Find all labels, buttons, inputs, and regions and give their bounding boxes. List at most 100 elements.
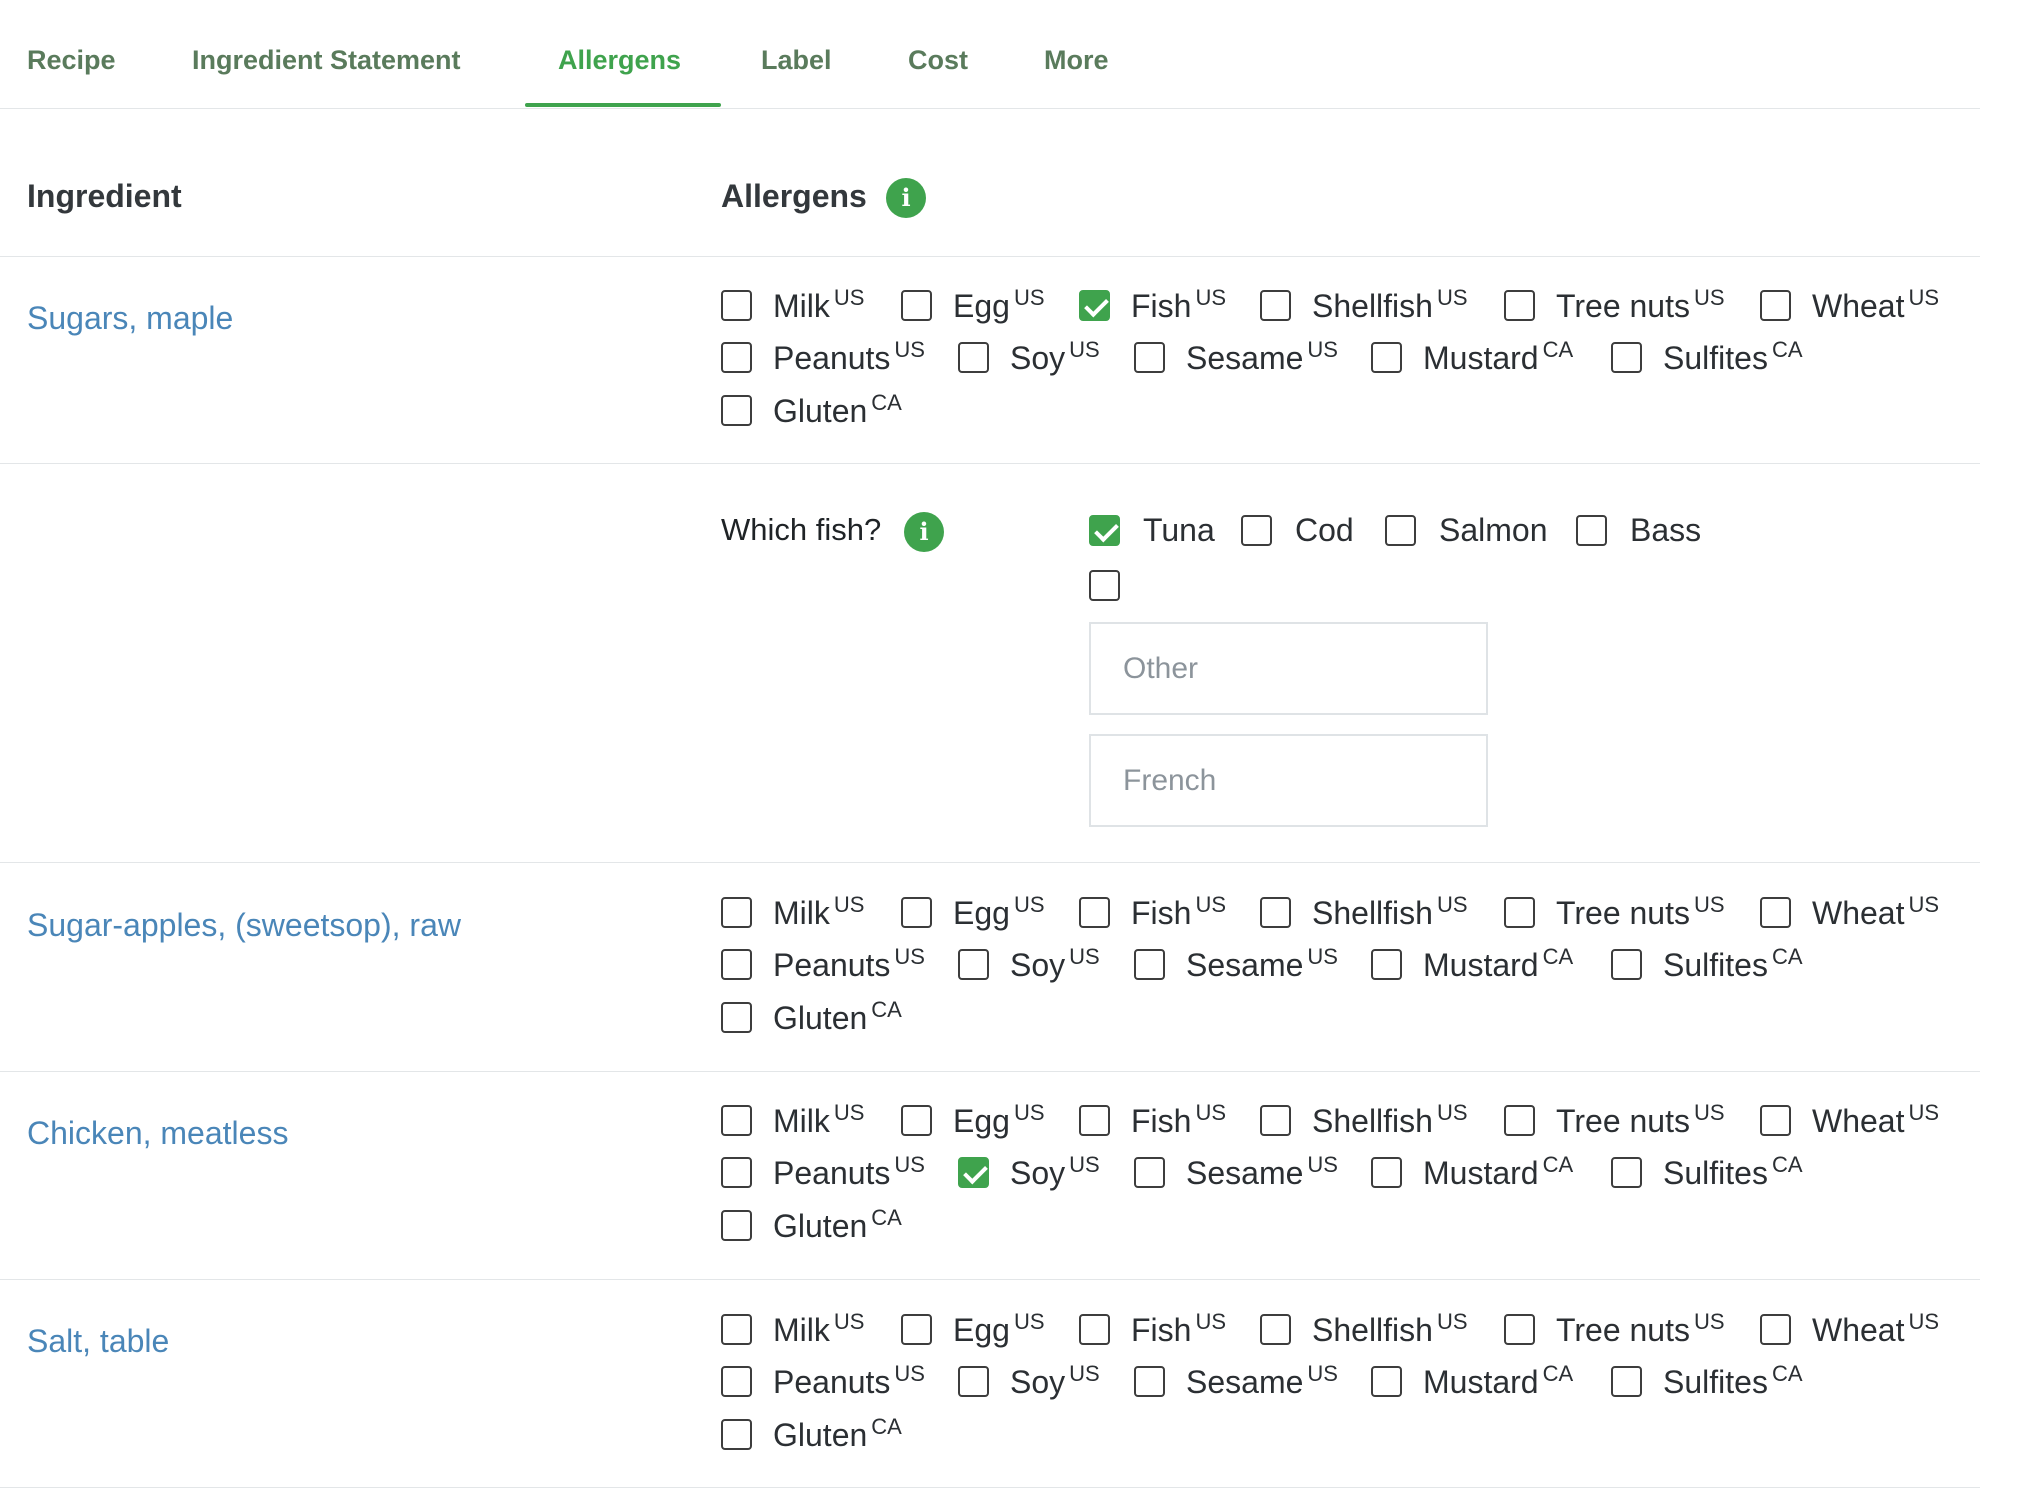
- tab-allergens[interactable]: Allergens: [558, 0, 681, 108]
- shellfish-label[interactable]: Shellfish US: [1312, 285, 1468, 328]
- ingredient-name[interactable]: Salt, table: [27, 1323, 169, 1360]
- egg-label[interactable]: Egg US: [953, 1100, 1045, 1143]
- soy-label[interactable]: Soy US: [1010, 1152, 1100, 1195]
- wheat-label[interactable]: Wheat US: [1812, 285, 1939, 328]
- wheat-checkbox[interactable]: [1760, 897, 1791, 928]
- tab-cost[interactable]: Cost: [908, 0, 968, 108]
- sulfites-label[interactable]: Sulfites CA: [1663, 1152, 1803, 1195]
- sesame-checkbox[interactable]: [1134, 1157, 1165, 1188]
- milk-checkbox[interactable]: [721, 1105, 752, 1136]
- fish-bass-label[interactable]: Bass: [1630, 512, 1701, 548]
- tree-nuts-checkbox[interactable]: [1504, 290, 1535, 321]
- ingredient-name[interactable]: Sugars, maple: [27, 300, 233, 337]
- milk-label[interactable]: Milk US: [773, 892, 864, 935]
- egg-checkbox[interactable]: [901, 1105, 932, 1136]
- gluten-label[interactable]: Gluten CA: [773, 1205, 902, 1248]
- fish-label[interactable]: Fish US: [1131, 285, 1226, 328]
- peanuts-checkbox[interactable]: [721, 949, 752, 980]
- fish-bass-checkbox[interactable]: [1576, 515, 1607, 546]
- sesame-label[interactable]: Sesame US: [1186, 944, 1338, 987]
- mustard-label[interactable]: Mustard CA: [1423, 1361, 1573, 1404]
- fish-other-checkbox[interactable]: [1089, 570, 1120, 601]
- sesame-checkbox[interactable]: [1134, 949, 1165, 980]
- wheat-label[interactable]: Wheat US: [1812, 1100, 1939, 1143]
- gluten-checkbox[interactable]: [721, 1210, 752, 1241]
- shellfish-checkbox[interactable]: [1260, 1105, 1291, 1136]
- tree-nuts-checkbox[interactable]: [1504, 1314, 1535, 1345]
- fish-checkbox[interactable]: [1079, 1105, 1110, 1136]
- wheat-label[interactable]: Wheat US: [1812, 892, 1939, 935]
- tree-nuts-checkbox[interactable]: [1504, 897, 1535, 928]
- milk-checkbox[interactable]: [721, 897, 752, 928]
- fish-salmon-label[interactable]: Salmon: [1439, 512, 1548, 548]
- mustard-checkbox[interactable]: [1371, 949, 1402, 980]
- peanuts-checkbox[interactable]: [721, 1157, 752, 1188]
- milk-label[interactable]: Milk US: [773, 1100, 864, 1143]
- egg-checkbox[interactable]: [901, 897, 932, 928]
- sulfites-checkbox[interactable]: [1611, 949, 1642, 980]
- tab-more[interactable]: More: [1044, 0, 1109, 108]
- mustard-checkbox[interactable]: [1371, 342, 1402, 373]
- sulfites-checkbox[interactable]: [1611, 1366, 1642, 1397]
- peanuts-label[interactable]: Peanuts US: [773, 944, 925, 987]
- soy-label[interactable]: Soy US: [1010, 337, 1100, 380]
- sesame-label[interactable]: Sesame US: [1186, 1152, 1338, 1195]
- milk-checkbox[interactable]: [721, 1314, 752, 1345]
- which-fish-info-icon[interactable]: i: [904, 512, 944, 552]
- ingredient-name[interactable]: Sugar-apples, (sweetsop), raw: [27, 907, 461, 944]
- gluten-checkbox[interactable]: [721, 395, 752, 426]
- shellfish-label[interactable]: Shellfish US: [1312, 892, 1468, 935]
- wheat-checkbox[interactable]: [1760, 1105, 1791, 1136]
- fish-salmon-checkbox[interactable]: [1385, 515, 1416, 546]
- sesame-label[interactable]: Sesame US: [1186, 1361, 1338, 1404]
- tab-label[interactable]: Label: [761, 0, 832, 108]
- gluten-label[interactable]: Gluten CA: [773, 390, 902, 433]
- sulfites-checkbox[interactable]: [1611, 1157, 1642, 1188]
- soy-label[interactable]: Soy US: [1010, 1361, 1100, 1404]
- tree-nuts-label[interactable]: Tree nuts US: [1556, 285, 1725, 328]
- shellfish-label[interactable]: Shellfish US: [1312, 1100, 1468, 1143]
- gluten-checkbox[interactable]: [721, 1419, 752, 1450]
- fish-label[interactable]: Fish US: [1131, 1100, 1226, 1143]
- shellfish-checkbox[interactable]: [1260, 1314, 1291, 1345]
- egg-label[interactable]: Egg US: [953, 1309, 1045, 1352]
- wheat-label[interactable]: Wheat US: [1812, 1309, 1939, 1352]
- soy-checkbox[interactable]: [958, 949, 989, 980]
- shellfish-checkbox[interactable]: [1260, 897, 1291, 928]
- ingredient-name[interactable]: Chicken, meatless: [27, 1115, 288, 1152]
- wheat-checkbox[interactable]: [1760, 290, 1791, 321]
- fish-label[interactable]: Fish US: [1131, 1309, 1226, 1352]
- egg-checkbox[interactable]: [901, 1314, 932, 1345]
- soy-label[interactable]: Soy US: [1010, 944, 1100, 987]
- fish-checkbox[interactable]: [1079, 897, 1110, 928]
- gluten-label[interactable]: Gluten CA: [773, 997, 902, 1040]
- sulfites-label[interactable]: Sulfites CA: [1663, 944, 1803, 987]
- shellfish-checkbox[interactable]: [1260, 290, 1291, 321]
- sesame-checkbox[interactable]: [1134, 342, 1165, 373]
- sesame-checkbox[interactable]: [1134, 1366, 1165, 1397]
- milk-label[interactable]: Milk US: [773, 1309, 864, 1352]
- sulfites-label[interactable]: Sulfites CA: [1663, 337, 1803, 380]
- peanuts-checkbox[interactable]: [721, 1366, 752, 1397]
- allergens-info-icon[interactable]: i: [886, 178, 926, 218]
- egg-checkbox[interactable]: [901, 290, 932, 321]
- fish-label[interactable]: Fish US: [1131, 892, 1226, 935]
- milk-checkbox[interactable]: [721, 290, 752, 321]
- mustard-checkbox[interactable]: [1371, 1366, 1402, 1397]
- mustard-label[interactable]: Mustard CA: [1423, 944, 1573, 987]
- soy-checkbox[interactable]: [958, 1157, 989, 1188]
- soy-checkbox[interactable]: [958, 342, 989, 373]
- fish-other-input[interactable]: [1089, 622, 1488, 715]
- fish-tuna-label[interactable]: Tuna: [1143, 512, 1215, 548]
- tree-nuts-label[interactable]: Tree nuts US: [1556, 892, 1725, 935]
- milk-label[interactable]: Milk US: [773, 285, 864, 328]
- fish-tuna-checkbox[interactable]: [1089, 515, 1120, 546]
- gluten-label[interactable]: Gluten CA: [773, 1414, 902, 1457]
- gluten-checkbox[interactable]: [721, 1002, 752, 1033]
- mustard-label[interactable]: Mustard CA: [1423, 337, 1573, 380]
- wheat-checkbox[interactable]: [1760, 1314, 1791, 1345]
- fish-french-input[interactable]: [1089, 734, 1488, 827]
- tree-nuts-label[interactable]: Tree nuts US: [1556, 1309, 1725, 1352]
- mustard-label[interactable]: Mustard CA: [1423, 1152, 1573, 1195]
- tab-ingredient-statement[interactable]: Ingredient Statement: [192, 0, 461, 108]
